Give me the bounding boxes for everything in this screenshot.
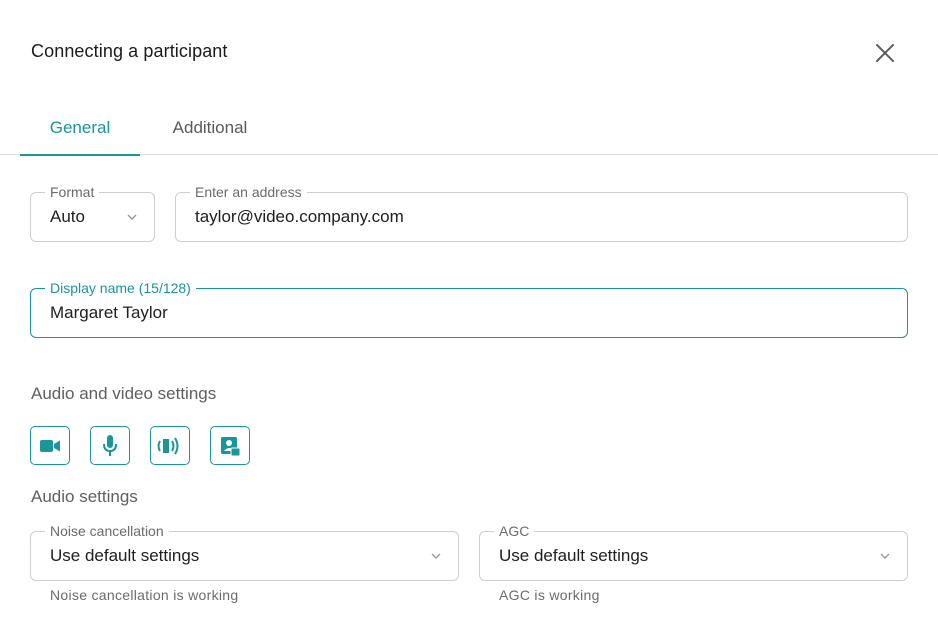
noise-cancellation-select[interactable]: Noise cancellation Use default settings	[30, 523, 459, 581]
agc-select[interactable]: AGC Use default settings	[479, 523, 908, 581]
audio-video-heading: Audio and video settings	[31, 384, 217, 403]
tab-additional[interactable]: Additional	[150, 100, 270, 155]
camera-toggle-button[interactable]	[30, 426, 70, 465]
noise-cancellation-value: Use default settings	[50, 546, 200, 565]
microphone-toggle-button[interactable]	[90, 426, 130, 465]
chevron-down-icon	[431, 553, 441, 559]
chevron-down-icon	[880, 553, 890, 559]
display-name-value: Margaret Taylor	[50, 303, 168, 322]
screen-share-icon	[221, 436, 241, 456]
tab-bar: General Additional	[0, 100, 938, 156]
video-camera-icon	[40, 439, 60, 452]
content-share-toggle-button[interactable]	[210, 426, 250, 465]
audio-video-section: Audio and video settings	[31, 383, 216, 405]
format-value: Auto	[50, 207, 85, 226]
chevron-down-icon	[127, 214, 137, 220]
tab-general[interactable]: General	[20, 100, 140, 156]
audio-section: Audio settings	[31, 486, 138, 508]
agc-value: Use default settings	[499, 546, 649, 565]
audio-heading: Audio settings	[31, 487, 138, 506]
address-value: taylor@video.company.com	[195, 207, 404, 226]
address-input[interactable]: Enter an address taylor@video.company.co…	[175, 184, 908, 242]
speaker-icon	[157, 436, 179, 455]
format-select[interactable]: Format Auto	[30, 184, 155, 242]
dialog-title: Connecting a participant	[31, 41, 228, 61]
microphone-icon	[103, 434, 117, 456]
connect-participant-dialog: Connecting a participant General Additio…	[0, 0, 938, 629]
close-button[interactable]	[870, 38, 900, 68]
close-icon	[876, 44, 894, 62]
speaker-toggle-button[interactable]	[150, 426, 190, 465]
display-name-input[interactable]: Display name (15/128) Margaret Taylor	[30, 280, 908, 338]
noise-cancellation-helper: Noise cancellation is working	[50, 587, 239, 603]
agc-helper: AGC is working	[499, 587, 600, 603]
